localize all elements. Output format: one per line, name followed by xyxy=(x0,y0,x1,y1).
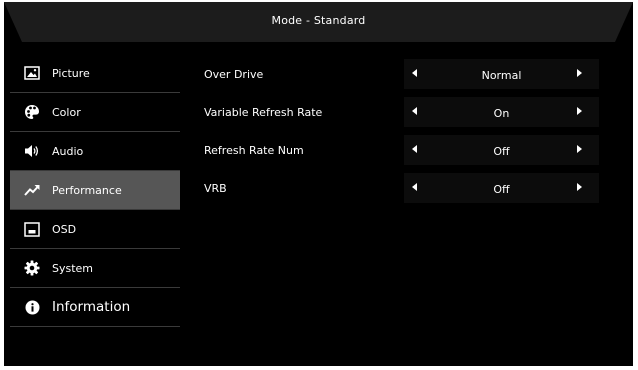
picture-icon xyxy=(24,65,40,81)
refresh-rate-num-selector[interactable]: Off xyxy=(404,135,599,165)
vrb-selector[interactable]: Off xyxy=(404,173,599,203)
info-icon xyxy=(24,299,40,315)
sidebar-item-performance[interactable]: Performance xyxy=(10,171,180,210)
setting-row-vrb: VRB Off xyxy=(194,168,614,206)
sidebar-item-label: System xyxy=(52,261,94,275)
palette-icon xyxy=(24,104,40,120)
arrow-right-icon[interactable] xyxy=(577,69,582,77)
performance-icon xyxy=(24,182,40,198)
sidebar-item-information[interactable]: Information xyxy=(10,288,180,327)
setting-value: Off xyxy=(493,183,510,196)
settings-panel: Over Drive Normal Variable Refresh Rate … xyxy=(194,54,614,206)
gear-icon xyxy=(24,260,40,276)
sidebar-item-color[interactable]: Color xyxy=(10,93,180,132)
sidebar-item-picture[interactable]: Picture xyxy=(10,54,180,93)
sidebar-item-label: Picture xyxy=(52,66,90,80)
arrow-right-icon[interactable] xyxy=(577,183,582,191)
setting-label: Variable Refresh Rate xyxy=(204,106,323,119)
setting-row-variable-refresh-rate: Variable Refresh Rate On xyxy=(194,92,614,130)
speaker-icon xyxy=(24,143,40,159)
sidebar-item-label: Color xyxy=(52,105,81,119)
setting-value: Off xyxy=(493,145,510,158)
setting-label: Over Drive xyxy=(204,68,264,81)
setting-value: On xyxy=(493,107,510,120)
setting-row-refresh-rate-num: Refresh Rate Num Off xyxy=(194,130,614,168)
setting-label: VRB xyxy=(204,182,227,195)
sidebar-item-label: OSD xyxy=(52,222,77,236)
sidebar: Picture Color Audio Performance OSD Syst… xyxy=(10,54,180,327)
sidebar-item-audio[interactable]: Audio xyxy=(10,132,180,171)
over-drive-selector[interactable]: Normal xyxy=(404,59,599,89)
arrow-right-icon[interactable] xyxy=(577,145,582,153)
osd-menu: Mode - Standard Picture Color Audio Perf… xyxy=(4,2,633,366)
variable-refresh-rate-selector[interactable]: On xyxy=(404,97,599,127)
sidebar-item-label: Information xyxy=(52,299,131,315)
osd-icon xyxy=(24,221,40,237)
sidebar-item-osd[interactable]: OSD xyxy=(10,210,180,249)
sidebar-item-label: Performance xyxy=(52,183,122,197)
sidebar-item-label: Audio xyxy=(52,144,84,158)
arrow-right-icon[interactable] xyxy=(577,107,582,115)
setting-label: Refresh Rate Num xyxy=(204,144,304,157)
setting-row-over-drive: Over Drive Normal xyxy=(194,54,614,92)
sidebar-item-system[interactable]: System xyxy=(10,249,180,288)
setting-value: Normal xyxy=(481,69,522,82)
page-title: Mode - Standard xyxy=(271,14,366,27)
